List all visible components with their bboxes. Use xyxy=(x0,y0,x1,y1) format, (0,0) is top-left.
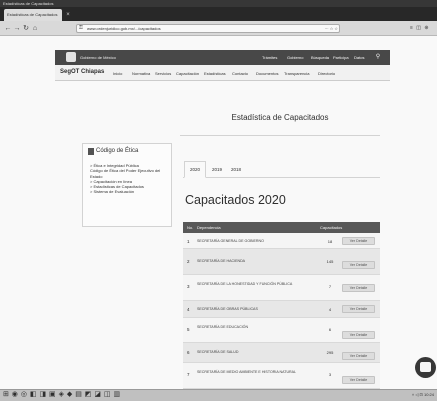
tab-2020[interactable]: 2020 xyxy=(185,163,205,176)
subnav-inicio[interactable]: Inicio xyxy=(113,71,122,77)
th-capacitados: Capacitados xyxy=(320,225,343,230)
row-number: 4 xyxy=(187,307,190,312)
bookmark-star-icon[interactable]: ··· ☆ ☆ xyxy=(314,24,338,33)
row-dependencia: SECRETARÍA DE EDUCACIÓN xyxy=(197,325,249,329)
subnav-directorio[interactable]: Directorio xyxy=(318,71,335,77)
address-bar[interactable]: www.ordenjuridico.gob.mx/.../capacitados xyxy=(76,24,340,33)
row-count: 4 xyxy=(328,307,332,312)
topnav-gobierno[interactable]: Gobierno xyxy=(287,55,303,61)
taskbar-app-icons[interactable]: ⊞ ◉ ◎ ◧ ◨ ▣ ◈ ◆ ▤ ◩ ◪ ◫ ▥ xyxy=(3,390,153,400)
row-dependencia: SECRETARÍA DE SALUD xyxy=(197,350,239,354)
topnav-participa[interactable]: Participa xyxy=(333,55,349,61)
subnav-contacto[interactable]: Contacto xyxy=(232,71,248,77)
th-dependencia: Dependencia xyxy=(197,225,221,230)
row-dependencia: SECRETARÍA DE HACIENDA xyxy=(197,259,246,263)
site-brand[interactable]: SegOT Chiapas xyxy=(60,69,104,77)
row-count: 295 xyxy=(326,350,334,355)
row-number: 6 xyxy=(187,350,190,355)
site-org-name[interactable]: Gobierno de México xyxy=(80,55,150,61)
row-count: 145 xyxy=(326,259,334,264)
gov-logo-icon[interactable] xyxy=(66,52,76,62)
row-count: 3 xyxy=(328,372,332,377)
row-dependencia: SECRETARÍA GENERAL DE GOBIERNO xyxy=(197,239,264,243)
home-icon[interactable]: ⌂ xyxy=(31,24,39,33)
chat-icon xyxy=(420,362,431,372)
topnav-datos[interactable]: Datos xyxy=(354,55,364,61)
row-dependencia: SECRETARÍA DE OBRAS PÚBLICAS xyxy=(197,307,258,311)
tab-2018[interactable]: 2018 xyxy=(227,163,245,176)
section-heading: Capacitados 2020 xyxy=(185,193,286,207)
view-detail-button[interactable]: Ver Detalle xyxy=(342,376,375,384)
subnav-capacitacion[interactable]: Capacitación xyxy=(176,71,199,77)
row-number: 1 xyxy=(187,239,190,244)
lock-icon[interactable]: ⚿ xyxy=(79,25,85,32)
row-number: 2 xyxy=(187,259,190,264)
row-dependencia: SECRETARÍA DE LA HONESTIDAD Y FUNCIÓN PÚ… xyxy=(197,282,293,286)
subnav-normativa[interactable]: Normativa xyxy=(132,71,150,77)
row-count: 18 xyxy=(327,239,333,244)
row-number: 5 xyxy=(187,327,190,332)
subnav-estadisticas[interactable]: Estadísticas xyxy=(204,71,226,77)
topnav-busqueda[interactable]: Búsqueda xyxy=(311,55,329,61)
row-dependencia: SECRETARÍA DE MEDIO AMBIENTE E HISTORIA … xyxy=(197,370,297,374)
page-title: Estadística de Capacitados xyxy=(231,113,329,122)
row-number: 3 xyxy=(187,284,190,289)
subnav-servicios[interactable]: Servicios xyxy=(155,71,171,77)
row-count: 7 xyxy=(328,284,332,289)
os-title-strip: Estadísticas de Capacitados xyxy=(0,0,437,7)
extension-icons[interactable]: ≡ ◫ ⊕ xyxy=(410,24,434,33)
close-tab-icon[interactable]: × xyxy=(64,9,72,21)
subnav-transparencia[interactable]: Transparencia xyxy=(284,71,309,77)
view-detail-button[interactable]: Ver Detalle xyxy=(342,284,375,292)
divider xyxy=(180,135,380,136)
row-number: 7 xyxy=(187,372,190,377)
search-icon[interactable]: ⚲ xyxy=(374,53,382,62)
subnav-documentos[interactable]: Documentos xyxy=(256,71,278,77)
back-icon[interactable]: ← xyxy=(4,24,12,33)
view-detail-button[interactable]: Ver Detalle xyxy=(342,331,375,339)
tab-2019[interactable]: 2019 xyxy=(208,163,226,176)
row-count: 6 xyxy=(328,327,332,332)
th-num: No. xyxy=(187,225,194,230)
view-detail-button[interactable]: Ver Detalle xyxy=(342,305,375,313)
reload-icon[interactable]: ↻ xyxy=(22,24,30,33)
browser-tab[interactable]: Estadísticas de Capacitados xyxy=(4,9,62,21)
sidebar-item-evaluacion[interactable]: > Sistema de Evaluación xyxy=(90,189,168,194)
topnav-tramites[interactable]: Trámites xyxy=(262,55,277,61)
view-detail-button[interactable]: Ver Detalle xyxy=(342,352,375,360)
view-detail-button[interactable]: Ver Detalle xyxy=(342,261,375,269)
forward-icon[interactable]: → xyxy=(13,24,21,33)
book-icon xyxy=(88,148,94,155)
sidebar-title[interactable]: Código de Ética xyxy=(96,148,176,156)
view-detail-button[interactable]: Ver Detalle xyxy=(342,237,375,245)
sidebar-list: > Ética e Integridad Pública Código de É… xyxy=(90,163,168,223)
sidebar-item-codigo[interactable]: Código de Ética del Poder Ejecutivo del xyxy=(90,168,168,173)
system-tray[interactable]: ˄ ◁ ⊡ 10:24 xyxy=(388,390,434,400)
